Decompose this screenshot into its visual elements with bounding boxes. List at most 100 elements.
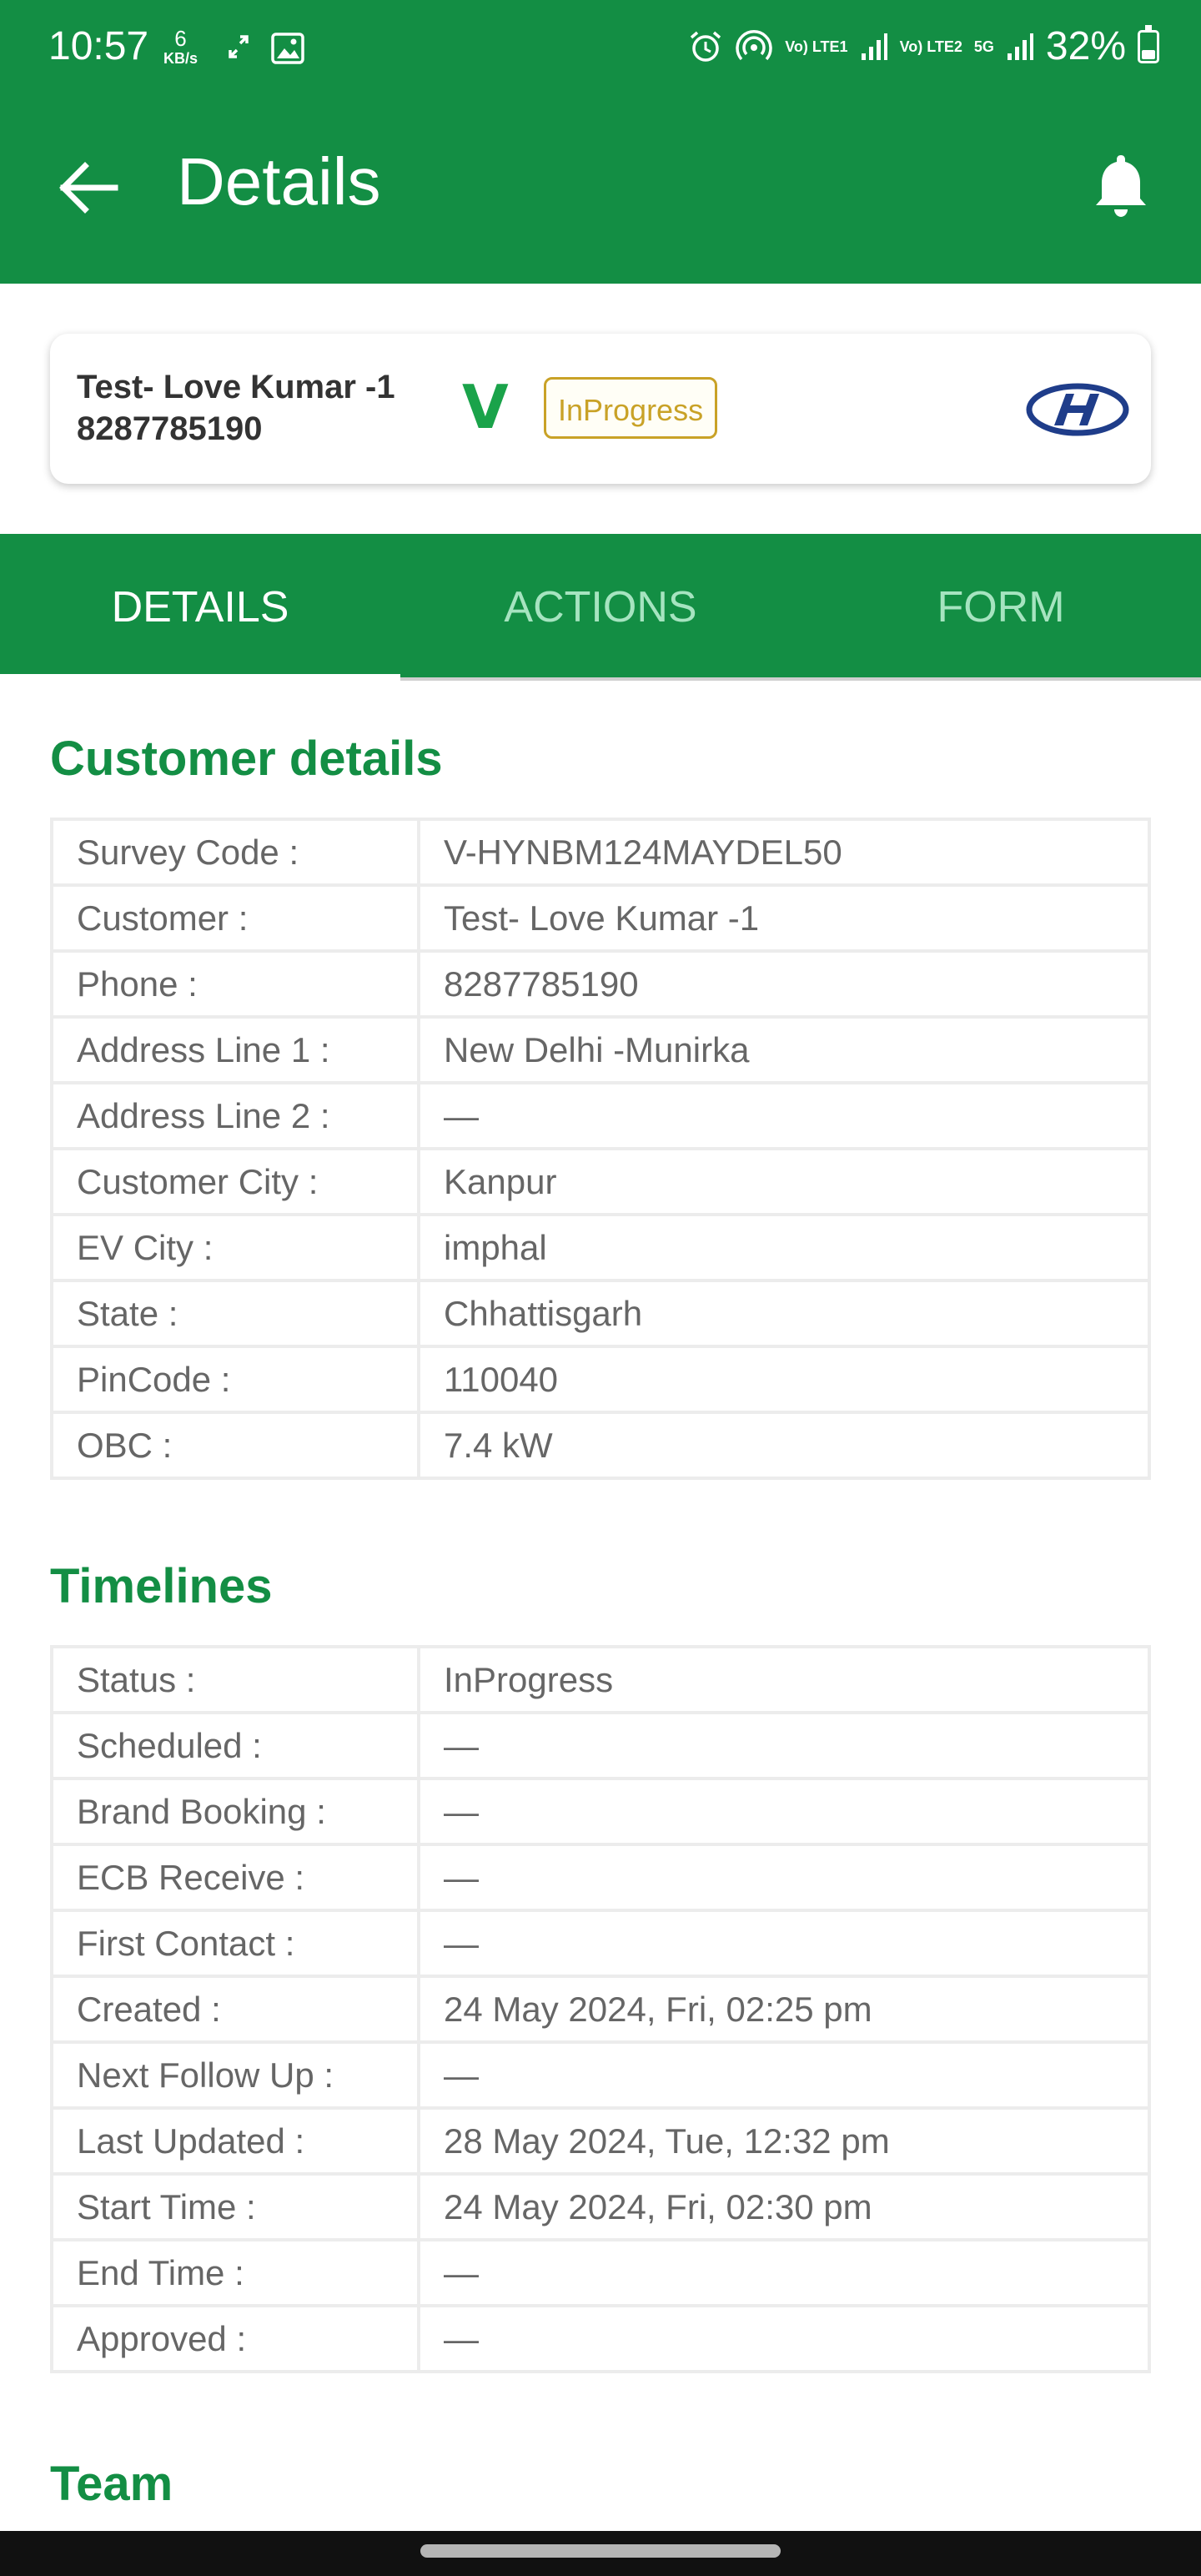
- customer-details-title: Customer details: [50, 732, 443, 786]
- table-row: Address Line 1 : New Delhi -Munirka: [50, 1015, 1151, 1084]
- row-value: 7.4 kW: [417, 1411, 1151, 1480]
- status-right-group: Vo) LTE1 Vo) LTE2 5G 32%: [688, 23, 1159, 69]
- row-value: 110040: [417, 1345, 1151, 1414]
- table-row: ECB Receive : —: [50, 1843, 1151, 1912]
- row-value: 8287785190: [417, 949, 1151, 1019]
- active-tab-indicator: [0, 674, 400, 681]
- row-label: Address Line 2 :: [50, 1081, 420, 1150]
- table-row: Last Updated :28 May 2024, Tue, 12:32 pm: [50, 2106, 1151, 2176]
- sim1-label: Vo) LTE1: [785, 38, 848, 55]
- row-label: Customer City :: [50, 1147, 420, 1216]
- table-row: Status : InProgress: [50, 1645, 1151, 1714]
- row-label: Customer :: [50, 883, 420, 953]
- row-label: Scheduled :: [50, 1711, 420, 1780]
- tab-divider: [400, 677, 1201, 681]
- row-label: Created :: [50, 1975, 420, 2044]
- tab-details[interactable]: DETAILS: [0, 534, 400, 681]
- network-speed-unit: KB/s: [163, 50, 198, 67]
- table-row: Phone :8287785190: [50, 949, 1151, 1019]
- row-label: Phone :: [50, 949, 420, 1019]
- status-time: 10:57: [48, 24, 149, 68]
- table-row: PinCode :110040: [50, 1345, 1151, 1414]
- row-value: Kanpur: [417, 1147, 1151, 1216]
- table-row: EV City : imphal: [50, 1213, 1151, 1282]
- network-speed-value: 6: [174, 26, 187, 51]
- row-label: Address Line 1 :: [50, 1015, 420, 1084]
- row-value: 24 May 2024, Fri, 02:25 pm: [417, 1975, 1151, 2044]
- row-label: Status :: [50, 1645, 420, 1714]
- table-row: Customer City : Kanpur: [50, 1147, 1151, 1216]
- battery-percent: 32%: [1045, 24, 1126, 68]
- row-label: Last Updated :: [50, 2106, 420, 2176]
- row-value: InProgress: [417, 1645, 1151, 1714]
- table-row: Address Line 2 : —: [50, 1081, 1151, 1150]
- row-label: Brand Booking :: [50, 1777, 420, 1846]
- back-button[interactable]: [52, 150, 127, 225]
- row-label: Next Follow Up :: [50, 2040, 420, 2110]
- alarm-icon: [691, 31, 721, 62]
- row-value: —: [417, 1909, 1151, 1978]
- sim2-label: Vo) LTE2: [899, 38, 962, 55]
- tab-bar: DETAILS ACTIONS FORM: [0, 534, 1201, 681]
- card-customer-name: Test- Love Kumar -1: [77, 369, 395, 405]
- arrow-left-icon: [59, 162, 118, 214]
- row-value: Chhattisgarh: [417, 1279, 1151, 1348]
- row-value: New Delhi -Munirka: [417, 1015, 1151, 1084]
- row-value: V-HYNBM124MAYDEL50: [417, 818, 1151, 887]
- row-value: —: [417, 1777, 1151, 1846]
- row-label: ECB Receive :: [50, 1843, 420, 1912]
- row-label: Approved :: [50, 2304, 420, 2373]
- row-value: —: [417, 1843, 1151, 1912]
- row-value: —: [417, 2238, 1151, 2307]
- team-title: Team: [50, 2457, 173, 2511]
- table-row: Start Time :24 May 2024, Fri, 02:30 pm: [50, 2172, 1151, 2241]
- row-label: First Contact :: [50, 1909, 420, 1978]
- hyundai-logo-icon: [1026, 383, 1129, 436]
- battery-fill: [1142, 49, 1155, 59]
- row-label: PinCode :: [50, 1345, 420, 1414]
- row-label: EV City :: [50, 1213, 420, 1282]
- row-value: —: [417, 1081, 1151, 1150]
- table-row: Survey Code : V-HYNBM124MAYDEL50: [50, 818, 1151, 887]
- table-row: State : Chhattisgarh: [50, 1279, 1151, 1348]
- card-customer-phone: 8287785190: [77, 410, 263, 447]
- row-label: State :: [50, 1279, 420, 1348]
- notifications-button[interactable]: [1081, 147, 1161, 227]
- page-title: Details: [177, 144, 381, 219]
- row-label: End Time :: [50, 2238, 420, 2307]
- row-value: imphal: [417, 1213, 1151, 1282]
- row-value: 28 May 2024, Tue, 12:32 pm: [417, 2106, 1151, 2176]
- row-value: —: [417, 1711, 1151, 1780]
- row-value: 24 May 2024, Fri, 02:30 pm: [417, 2172, 1151, 2241]
- home-gesture-handle[interactable]: [420, 2544, 781, 2558]
- battery-icon: [1138, 24, 1159, 63]
- network-speed: 6 KB/s: [163, 28, 198, 68]
- table-row: Brand Booking : —: [50, 1777, 1151, 1846]
- row-value: —: [417, 2304, 1151, 2373]
- network-5g-label: 5G: [973, 38, 994, 55]
- app-bar: Details: [0, 100, 1201, 284]
- row-label: OBC :: [50, 1411, 420, 1480]
- summary-card[interactable]: Test- Love Kumar -1 8287785190 V InProgr…: [50, 334, 1151, 484]
- row-value: Test- Love Kumar -1: [417, 883, 1151, 953]
- vendor-mark: V: [462, 372, 509, 442]
- status-badge: InProgress: [544, 377, 718, 439]
- tab-form[interactable]: FORM: [801, 534, 1201, 681]
- row-label: Start Time :: [50, 2172, 420, 2241]
- row-value: —: [417, 2040, 1151, 2110]
- status-bar: 10:57 6 KB/s Vo) LTE1 Vo) LTE2 5G 32%: [0, 0, 1201, 100]
- row-label: Survey Code :: [50, 818, 420, 887]
- table-row: End Time : —: [50, 2238, 1151, 2307]
- table-row: OBC :7.4 kW: [50, 1411, 1151, 1480]
- signal-icon: [861, 33, 887, 60]
- signal-icon-2: [1007, 33, 1033, 60]
- timelines-title: Timelines: [50, 1559, 273, 1613]
- table-row: Scheduled : —: [50, 1711, 1151, 1780]
- tab-actions[interactable]: ACTIONS: [400, 534, 801, 681]
- timelines-table: Status : InProgress Scheduled : — Brand Bo…: [50, 1645, 1151, 2373]
- customer-details-table: Survey Code : V-HYNBM124MAYDEL50 Customer…: [50, 818, 1151, 1480]
- bell-icon: [1096, 155, 1146, 217]
- table-row: Next Follow Up : —: [50, 2040, 1151, 2110]
- table-row: Created :24 May 2024, Fri, 02:25 pm: [50, 1975, 1151, 2044]
- table-row: Approved : —: [50, 2304, 1151, 2373]
